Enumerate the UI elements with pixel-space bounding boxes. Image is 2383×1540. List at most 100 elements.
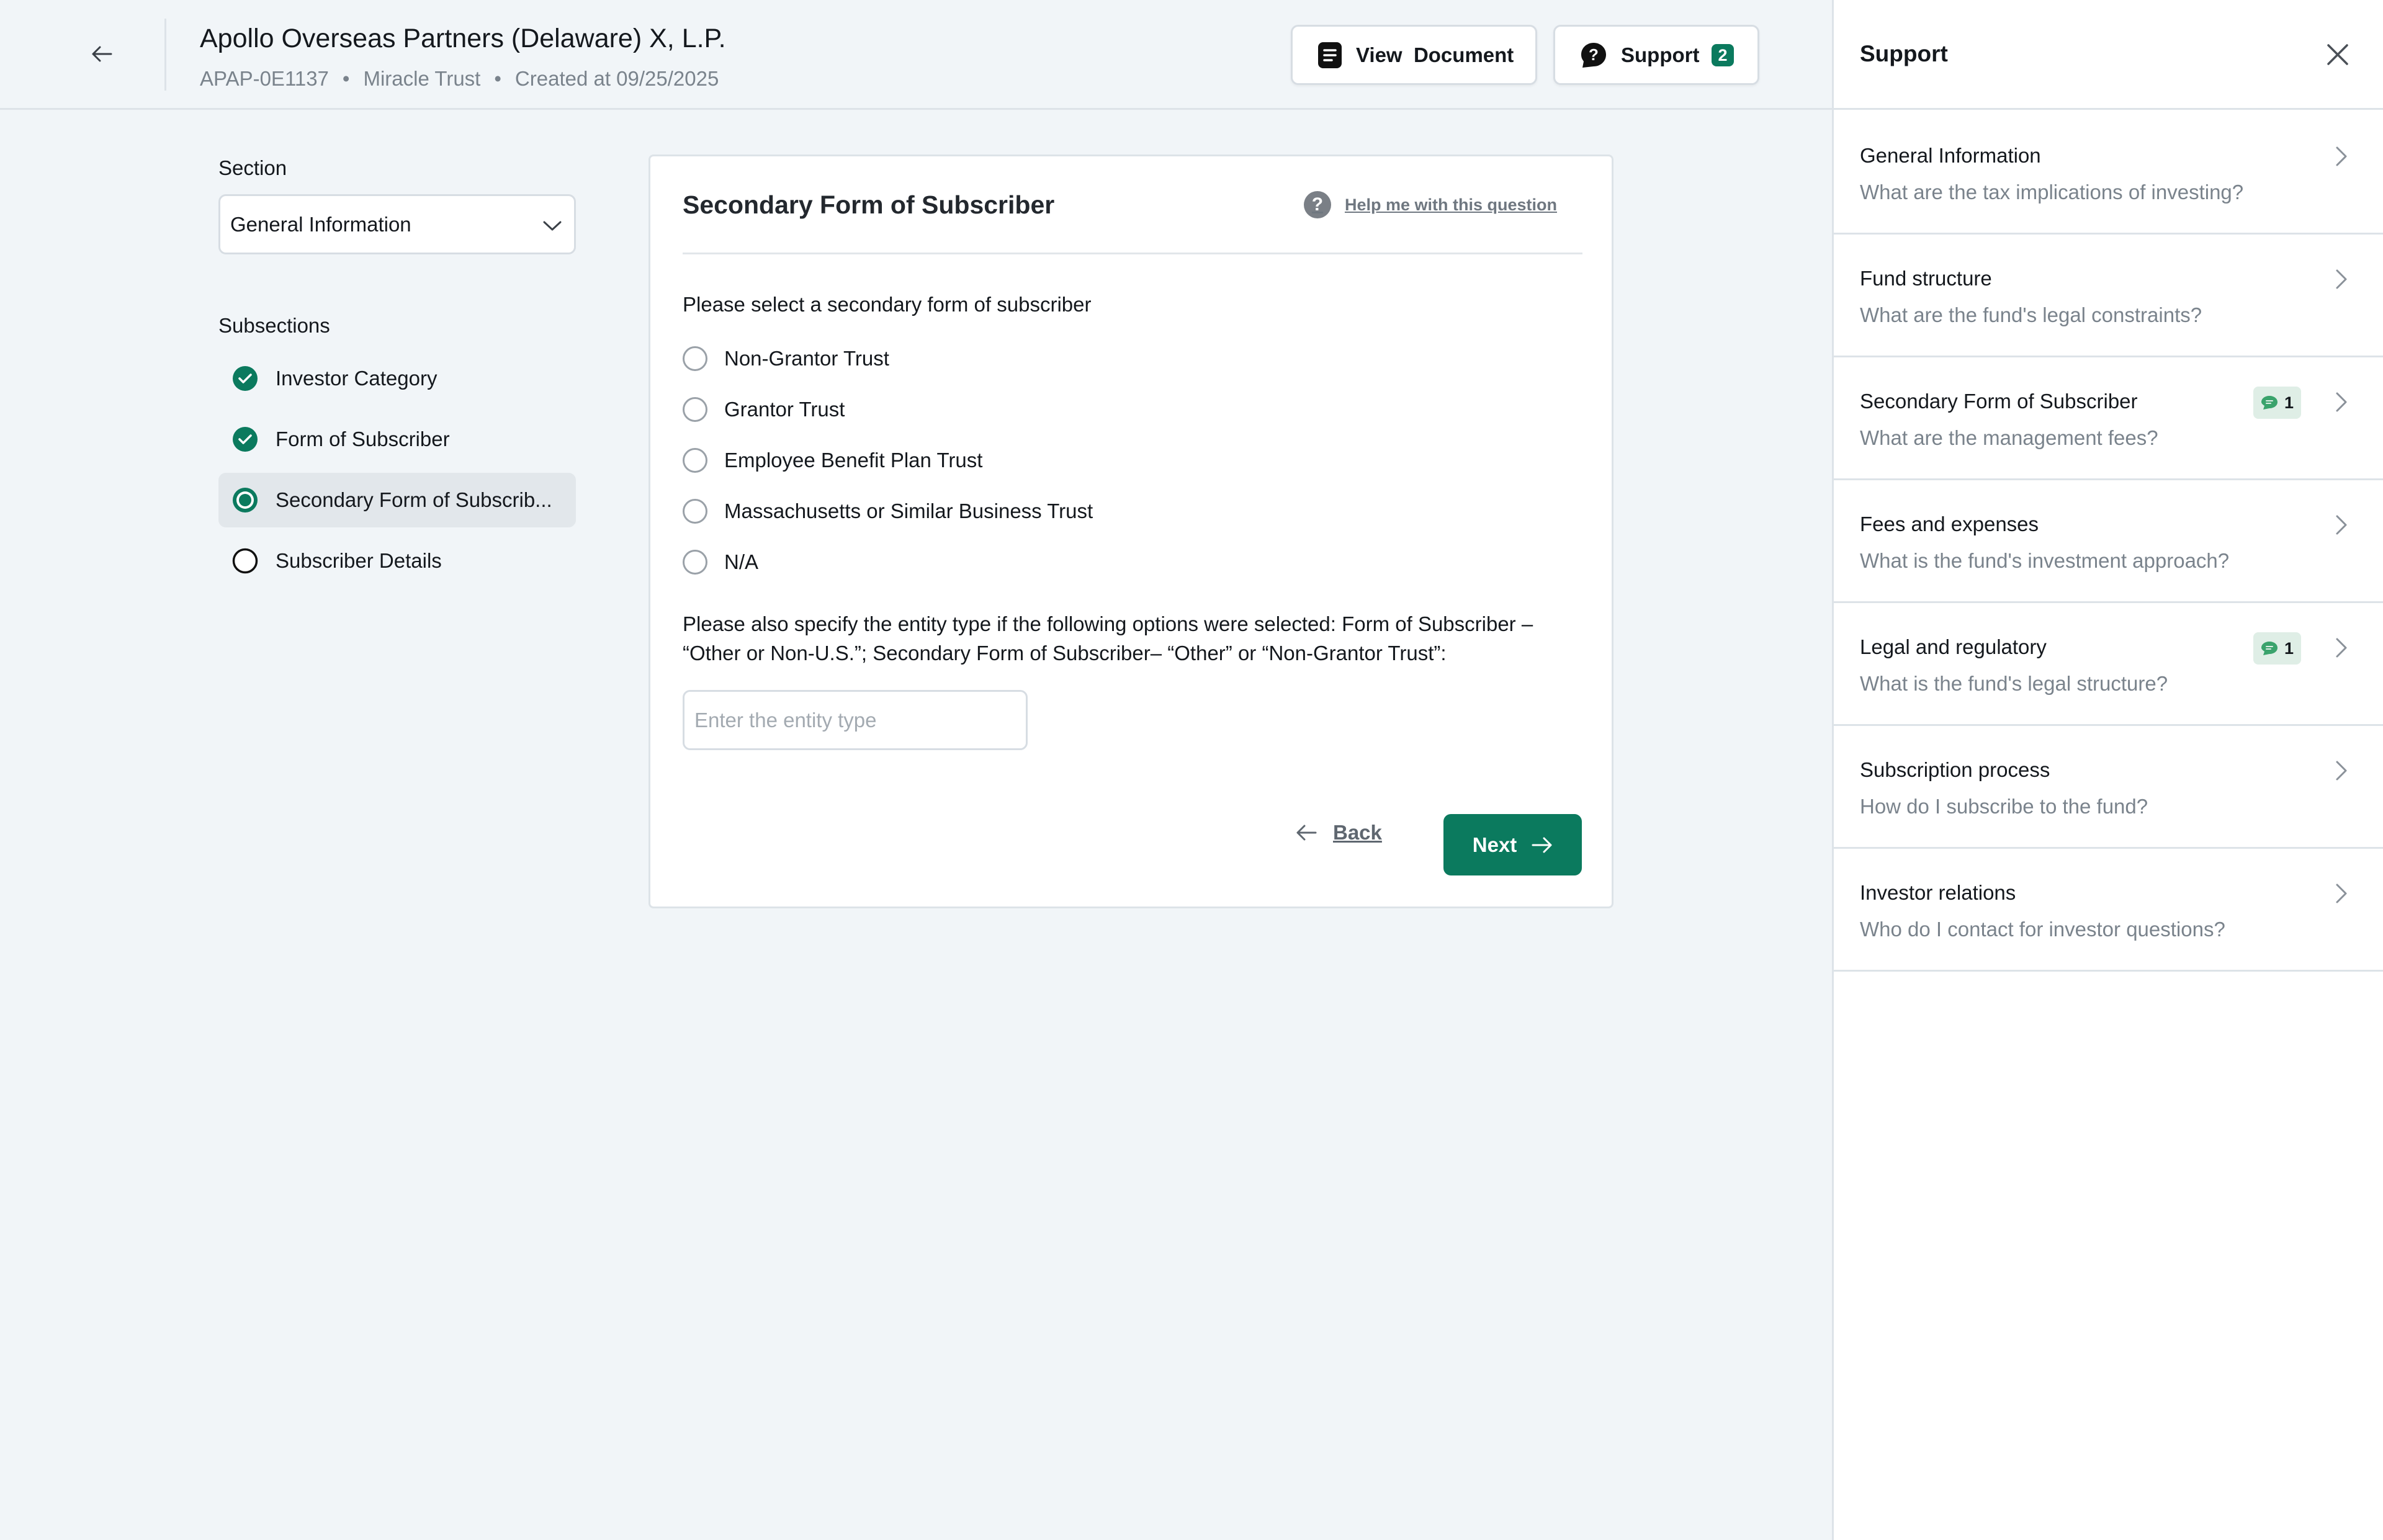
subsection-label: Secondary Form of Subscrib... <box>276 488 552 511</box>
arrow-left-icon <box>1296 825 1317 841</box>
option-label: N/A <box>724 550 759 573</box>
subsection-subscriber-details[interactable]: Subscriber Details <box>218 534 576 588</box>
support-panel-title: Support <box>1860 41 1948 66</box>
view-document-button[interactable]: View Document <box>1291 25 1537 85</box>
option-label: Employee Benefit Plan Trust <box>724 449 983 472</box>
section-dropdown[interactable]: General Information <box>218 194 576 254</box>
question-label: Please select a secondary form of subscr… <box>683 293 1092 316</box>
support-item-topic: Secondary Form of Subscriber <box>1860 390 2138 413</box>
check-circle-icon <box>232 426 258 452</box>
support-item-topic: Subscription process <box>1860 758 2050 781</box>
message-count: 1 <box>2284 638 2294 658</box>
subsections-label: Subsections <box>218 314 330 337</box>
document-icon <box>1317 41 1342 69</box>
radio-button[interactable] <box>683 346 707 371</box>
support-item-question: Who do I contact for investor questions? <box>1860 918 2225 941</box>
message-count: 1 <box>2284 393 2294 412</box>
option-massachusetts-business-trust[interactable]: Massachusetts or Similar Business Trust <box>683 499 1093 524</box>
help-link-label: Help me with this question <box>1344 195 1557 214</box>
question-circle-icon: ? <box>1303 191 1331 218</box>
support-item-legal-and-regulatory[interactable]: Legal and regulatory What is the fund's … <box>1834 603 2383 726</box>
created-date: Created at 09/25/2025 <box>514 67 719 90</box>
support-item-secondary-form-of-subscriber[interactable]: Secondary Form of Subscriber What are th… <box>1834 357 2383 480</box>
support-item-topic: Investor relations <box>1860 881 2016 904</box>
option-label: Non-Grantor Trust <box>724 347 889 370</box>
chevron-right-icon <box>2330 511 2353 539</box>
support-count-badge: 2 <box>1712 43 1734 66</box>
back-button-label: Back <box>1333 821 1382 844</box>
support-panel: Support General Information What are the… <box>1832 0 2383 1540</box>
subscription-id: APAP-0E1137 <box>200 67 329 90</box>
header-divider <box>164 19 166 91</box>
current-step-icon <box>232 487 258 513</box>
entity-name: Miracle Trust <box>363 67 481 90</box>
chevron-right-icon <box>2330 757 2353 784</box>
support-item-question: What is the fund's investment approach? <box>1860 549 2230 572</box>
option-label: Grantor Trust <box>724 398 845 421</box>
svg-text:?: ? <box>1589 45 1599 64</box>
option-employee-benefit-plan-trust[interactable]: Employee Benefit Plan Trust <box>683 448 982 473</box>
subsection-label: Form of Subscriber <box>276 428 450 450</box>
support-item-fund-structure[interactable]: Fund structure What are the fund's legal… <box>1834 235 2383 357</box>
view-document-label: View Document <box>1356 43 1514 66</box>
option-na[interactable]: N/A <box>683 550 758 575</box>
meta-separator: • <box>494 67 501 90</box>
support-item-topic: Fund structure <box>1860 267 1992 290</box>
next-button[interactable]: Next <box>1443 814 1582 875</box>
chevron-right-icon <box>2330 143 2353 170</box>
chevron-right-icon <box>2330 634 2353 661</box>
page-title: Apollo Overseas Partners (Delaware) X, L… <box>200 24 726 53</box>
option-grantor-trust[interactable]: Grantor Trust <box>683 397 845 422</box>
page-meta: APAP-0E1137 • Miracle Trust • Created at… <box>200 67 719 91</box>
meta-separator: • <box>342 67 350 90</box>
support-item-general-information[interactable]: General Information What are the tax imp… <box>1834 112 2383 235</box>
support-button[interactable]: ? Support 2 <box>1553 25 1759 85</box>
entity-type-input[interactable] <box>683 690 1028 750</box>
question-card-title: Secondary Form of Subscriber <box>683 190 1055 219</box>
next-button-label: Next <box>1472 833 1517 856</box>
support-item-question: What are the fund's legal constraints? <box>1860 303 2202 326</box>
support-item-question: What are the management fees? <box>1860 426 2158 449</box>
radio-button[interactable] <box>683 499 707 524</box>
section-dropdown-value: General Information <box>230 212 411 236</box>
radio-button[interactable] <box>683 550 707 575</box>
card-divider <box>683 253 1582 254</box>
back-button[interactable]: Back <box>1296 814 1382 851</box>
subsection-investor-category[interactable]: Investor Category <box>218 351 576 406</box>
chevron-right-icon <box>2330 880 2353 907</box>
entity-type-question: Please also specify the entity type if t… <box>683 612 1533 665</box>
chat-bubble-icon <box>2261 395 2278 410</box>
question-icon: ? <box>1580 41 1607 69</box>
support-button-label: Support <box>1621 43 1700 66</box>
back-arrow-icon[interactable] <box>82 38 122 69</box>
support-item-topic: General Information <box>1860 144 2041 167</box>
support-panel-header: Support <box>1834 0 2383 110</box>
support-item-investor-relations[interactable]: Investor relations Who do I contact for … <box>1834 849 2383 972</box>
message-count-badge: 1 <box>2253 387 2302 419</box>
support-item-fees-and-expenses[interactable]: Fees and expenses What is the fund's inv… <box>1834 480 2383 603</box>
arrow-right-icon <box>1532 837 1553 853</box>
chevron-right-icon <box>2330 388 2353 416</box>
radio-button[interactable] <box>683 397 707 422</box>
message-count-badge: 1 <box>2253 632 2302 665</box>
support-item-subscription-process[interactable]: Subscription process How do I subscribe … <box>1834 726 2383 849</box>
question-card: Secondary Form of Subscriber ? Help me w… <box>648 154 1613 908</box>
support-item-topic: Fees and expenses <box>1860 513 2039 535</box>
subsection-form-of-subscriber[interactable]: Form of Subscriber <box>218 412 576 467</box>
section-label: Section <box>218 156 287 179</box>
chevron-down-icon <box>543 213 562 236</box>
option-non-grantor-trust[interactable]: Non-Grantor Trust <box>683 346 889 371</box>
chat-bubble-icon <box>2261 641 2278 656</box>
subsection-label: Investor Category <box>276 367 438 390</box>
option-label: Massachusetts or Similar Business Trust <box>724 499 1093 522</box>
radio-button[interactable] <box>683 448 707 473</box>
empty-circle-icon <box>232 548 258 574</box>
check-circle-icon <box>232 365 258 392</box>
subsection-secondary-form-of-subscriber[interactable]: Secondary Form of Subscrib... <box>218 473 576 527</box>
help-link[interactable]: ? Help me with this question <box>1303 191 1557 218</box>
close-icon[interactable] <box>2324 41 2351 68</box>
subsection-label: Subscriber Details <box>276 549 442 572</box>
support-item-question: How do I subscribe to the fund? <box>1860 795 2148 818</box>
support-item-question: What are the tax implications of investi… <box>1860 181 2244 204</box>
top-header: Apollo Overseas Partners (Delaware) X, L… <box>0 0 1832 110</box>
